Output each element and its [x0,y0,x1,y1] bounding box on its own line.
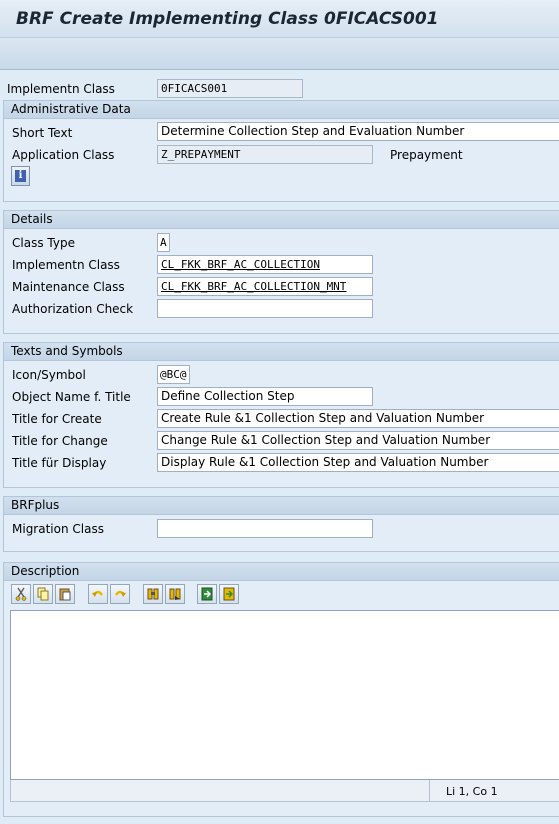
application-class-field[interactable]: Z_PREPAYMENT [157,145,373,164]
class-type-label: Class Type [12,236,75,250]
migration-class-field[interactable] [157,519,373,538]
texts-and-symbols-header: Texts and Symbols [4,343,559,361]
find-icon[interactable] [143,584,163,604]
editor-status-bar: Li 1, Co 1 [10,780,559,802]
authorization-check-field[interactable] [157,299,373,318]
title-for-display-field[interactable]: Display Rule &1 Collection Step and Valu… [157,453,559,472]
title-for-change-field[interactable]: Change Rule &1 Collection Step and Valua… [157,431,559,450]
cursor-position: Li 1, Co 1 [446,785,498,798]
title-for-create-field[interactable]: Create Rule &1 Collection Step and Valua… [157,409,559,428]
info-icon[interactable]: i [11,166,30,186]
object-name-label: Object Name f. Title [12,390,131,404]
administrative-data-header: Administrative Data [4,101,559,119]
application-toolbar [0,38,559,70]
icon-symbol-field[interactable]: @BC@ [157,365,190,384]
description-text-editor[interactable] [10,610,559,780]
implementing-class-field[interactable]: 0FICACS001 [157,79,303,98]
title-for-change-label: Title for Change [12,434,108,448]
implementing-class-label: Implementn Class [7,82,115,96]
export-icon[interactable] [219,584,239,604]
authorization-check-label: Authorization Check [12,302,134,316]
short-text-field[interactable]: Determine Collection Step and Evaluation… [157,122,559,141]
migration-class-label: Migration Class [12,522,104,536]
undo-icon[interactable] [88,584,108,604]
details-implementing-class-field[interactable]: CL_FKK_BRF_AC_COLLECTION [157,255,373,274]
description-header: Description [4,563,559,581]
copy-icon[interactable] [33,584,53,604]
paste-icon[interactable] [55,584,75,604]
window-title: BRF Create Implementing Class 0FICACS001 [16,9,439,29]
redo-icon[interactable] [110,584,130,604]
icon-symbol-label: Icon/Symbol [12,368,86,382]
class-type-field[interactable]: A [157,233,170,252]
find-next-icon[interactable] [165,584,185,604]
title-for-create-label: Title for Create [12,412,102,426]
details-implementing-class-label: Implementn Class [12,258,120,272]
maintenance-class-label: Maintenance Class [12,280,125,294]
short-text-label: Short Text [12,126,73,140]
maintenance-class-field[interactable]: CL_FKK_BRF_AC_COLLECTION_MNT [157,277,373,296]
application-class-description: Prepayment [390,148,463,162]
title-bar: BRF Create Implementing Class 0FICACS001 [0,0,559,38]
brfplus-header: BRFplus [4,497,559,515]
cut-icon[interactable] [11,584,31,604]
object-name-field[interactable]: Define Collection Step [157,387,373,406]
status-divider [429,780,430,802]
application-class-label: Application Class [12,148,115,162]
title-for-display-label: Title für Display [12,456,107,470]
import-icon[interactable] [197,584,217,604]
details-header: Details [4,211,559,229]
